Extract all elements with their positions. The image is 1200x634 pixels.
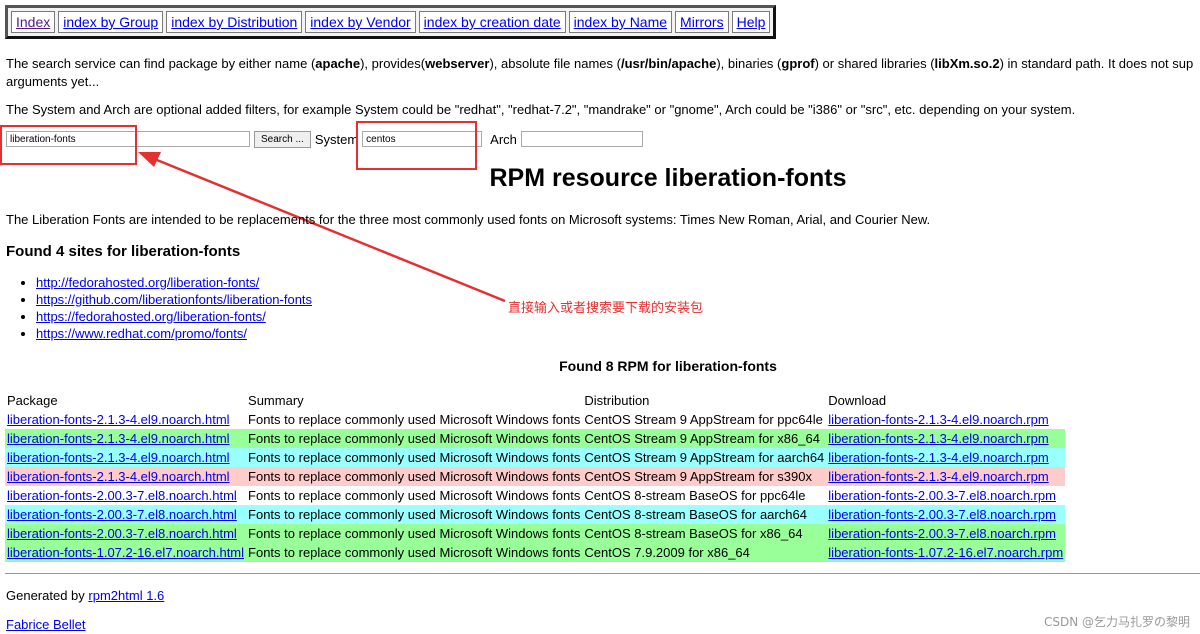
sites-heading: Found 4 sites for liberation-fonts [6, 243, 241, 260]
table-cell-summary: Fonts to replace commonly used Microsoft… [246, 543, 583, 562]
table-cell-download: liberation-fonts-1.07.2-16.el7.noarch.rp… [826, 543, 1066, 562]
table-cell-distribution: CentOS 8-stream BaseOS for ppc64le [582, 486, 827, 505]
table-cell-distribution: CentOS Stream 9 AppStream for aarch64 [582, 448, 827, 467]
table-row: liberation-fonts-1.07.2-16.el7.noarch.ht… [5, 543, 1066, 562]
table-row: liberation-fonts-2.00.3-7.el8.noarch.htm… [5, 486, 1066, 505]
sites-list: http://fedorahosted.org/liberation-fonts… [16, 274, 312, 342]
package-link[interactable]: liberation-fonts-2.1.3-4.el9.noarch.html [7, 469, 230, 484]
download-link[interactable]: liberation-fonts-2.1.3-4.el9.noarch.rpm [828, 469, 1048, 484]
list-item: https://www.redhat.com/promo/fonts/ [36, 325, 312, 342]
watermark: CSDN @乞力马扎罗の黎明 [1043, 615, 1190, 629]
table-row: liberation-fonts-2.00.3-7.el8.noarch.htm… [5, 505, 1066, 524]
table-cell-distribution: CentOS 7.9.2009 for x86_64 [582, 543, 827, 562]
table-row: liberation-fonts-2.1.3-4.el9.noarch.html… [5, 429, 1066, 448]
site-link[interactable]: https://github.com/liberationfonts/liber… [36, 292, 312, 307]
table-cell-summary: Fonts to replace commonly used Microsoft… [246, 448, 583, 467]
table-cell-package: liberation-fonts-1.07.2-16.el7.noarch.ht… [5, 543, 247, 562]
package-description: The Liberation Fonts are intended to be … [6, 212, 931, 227]
annotation-note: 直接输入或者搜索要下载的安装包 [508, 301, 704, 316]
download-link[interactable]: liberation-fonts-2.1.3-4.el9.noarch.rpm [828, 431, 1048, 446]
summary-cell: Fonts to replace commonly used Microsoft… [248, 488, 581, 503]
column-header-summary: Summary [248, 393, 304, 408]
summary-cell: Fonts to replace commonly used Microsoft… [248, 507, 581, 522]
table-cell-download: liberation-fonts-2.00.3-7.el8.noarch.rpm [826, 505, 1066, 524]
table-cell-summary: Fonts to replace commonly used Microsoft… [246, 429, 583, 448]
generated-by-text: Generated by [6, 588, 85, 603]
download-link[interactable]: liberation-fonts-1.07.2-16.el7.noarch.rp… [828, 545, 1063, 560]
table-cell-download: liberation-fonts-2.00.3-7.el8.noarch.rpm [826, 524, 1066, 543]
site-link[interactable]: https://www.redhat.com/promo/fonts/ [36, 326, 247, 341]
site-link[interactable]: https://fedorahosted.org/liberation-font… [36, 309, 266, 324]
list-item: https://fedorahosted.org/liberation-font… [36, 308, 312, 325]
table-cell-distribution: CentOS Stream 9 AppStream for ppc64le [582, 410, 827, 429]
table-cell-distribution: CentOS 8-stream BaseOS for x86_64 [582, 524, 827, 543]
table-cell-package: liberation-fonts-2.00.3-7.el8.noarch.htm… [5, 486, 247, 505]
distribution-cell: CentOS 7.9.2009 for x86_64 [584, 545, 750, 560]
table-cell-package: liberation-fonts-2.1.3-4.el9.noarch.html [5, 410, 247, 429]
distribution-cell: CentOS Stream 9 AppStream for aarch64 [584, 450, 825, 465]
table-cell-package: liberation-fonts-2.1.3-4.el9.noarch.html [5, 429, 247, 448]
rpm-table: Package Summary Distribution Download li… [5, 391, 1066, 562]
summary-cell: Fonts to replace commonly used Microsoft… [248, 450, 581, 465]
list-item: https://github.com/liberationfonts/liber… [36, 291, 312, 308]
download-link[interactable]: liberation-fonts-2.1.3-4.el9.noarch.rpm [828, 450, 1048, 465]
footer-divider [5, 573, 1200, 574]
download-link[interactable]: liberation-fonts-2.00.3-7.el8.noarch.rpm [828, 488, 1056, 503]
generated-by: Generated by rpm2html 1.6 [6, 588, 164, 603]
distribution-cell: CentOS 8-stream BaseOS for x86_64 [584, 526, 803, 541]
download-link[interactable]: liberation-fonts-2.1.3-4.el9.noarch.rpm [828, 412, 1048, 427]
table-cell-summary: Fonts to replace commonly used Microsoft… [246, 524, 583, 543]
distribution-cell: CentOS Stream 9 AppStream for x86_64 [584, 431, 820, 446]
table-cell-package: liberation-fonts-2.00.3-7.el8.noarch.htm… [5, 505, 247, 524]
distribution-cell: CentOS 8-stream BaseOS for ppc64le [584, 488, 806, 503]
download-link[interactable]: liberation-fonts-2.00.3-7.el8.noarch.rpm [828, 507, 1056, 522]
table-cell-download: liberation-fonts-2.1.3-4.el9.noarch.rpm [826, 448, 1066, 467]
table-row: liberation-fonts-2.1.3-4.el9.noarch.html… [5, 467, 1066, 486]
column-header-download: Download [828, 393, 887, 408]
table-cell-package: liberation-fonts-2.1.3-4.el9.noarch.html [5, 467, 247, 486]
table-cell-download: liberation-fonts-2.00.3-7.el8.noarch.rpm [826, 486, 1066, 505]
table-cell-summary: Fonts to replace commonly used Microsoft… [246, 410, 583, 429]
table-cell-distribution: CentOS Stream 9 AppStream for s390x [582, 467, 827, 486]
table-cell-download: liberation-fonts-2.1.3-4.el9.noarch.rpm [826, 467, 1066, 486]
distribution-cell: CentOS Stream 9 AppStream for ppc64le [584, 412, 823, 427]
table-cell-summary: Fonts to replace commonly used Microsoft… [246, 467, 583, 486]
package-link[interactable]: liberation-fonts-2.00.3-7.el8.noarch.htm… [7, 526, 237, 541]
table-row: liberation-fonts-2.00.3-7.el8.noarch.htm… [5, 524, 1066, 543]
package-link[interactable]: liberation-fonts-2.1.3-4.el9.noarch.html [7, 412, 230, 427]
package-link[interactable]: liberation-fonts-2.1.3-4.el9.noarch.html [7, 450, 230, 465]
table-cell-download: liberation-fonts-2.1.3-4.el9.noarch.rpm [826, 410, 1066, 429]
generator-link[interactable]: rpm2html 1.6 [88, 588, 164, 603]
table-cell-summary: Fonts to replace commonly used Microsoft… [246, 486, 583, 505]
table-cell-download: liberation-fonts-2.1.3-4.el9.noarch.rpm [826, 429, 1066, 448]
table-cell-distribution: CentOS Stream 9 AppStream for x86_64 [582, 429, 827, 448]
author: Fabrice Bellet [6, 617, 85, 632]
table-cell-package: liberation-fonts-2.1.3-4.el9.noarch.html [5, 448, 247, 467]
page-title: RPM resource liberation-fonts [489, 164, 847, 192]
package-link[interactable]: liberation-fonts-1.07.2-16.el7.noarch.ht… [7, 545, 244, 560]
summary-cell: Fonts to replace commonly used Microsoft… [248, 526, 581, 541]
table-cell-distribution: CentOS 8-stream BaseOS for aarch64 [582, 505, 827, 524]
package-link[interactable]: liberation-fonts-2.1.3-4.el9.noarch.html [7, 431, 230, 446]
package-link[interactable]: liberation-fonts-2.00.3-7.el8.noarch.htm… [7, 488, 237, 503]
table-row: liberation-fonts-2.1.3-4.el9.noarch.html… [5, 448, 1066, 467]
download-link[interactable]: liberation-fonts-2.00.3-7.el8.noarch.rpm [828, 526, 1056, 541]
list-item: http://fedorahosted.org/liberation-fonts… [36, 274, 312, 291]
table-cell-summary: Fonts to replace commonly used Microsoft… [246, 505, 583, 524]
table-cell-package: liberation-fonts-2.00.3-7.el8.noarch.htm… [5, 524, 247, 543]
table-row: liberation-fonts-2.1.3-4.el9.noarch.html… [5, 410, 1066, 429]
package-link[interactable]: liberation-fonts-2.00.3-7.el8.noarch.htm… [7, 507, 237, 522]
site-link[interactable]: http://fedorahosted.org/liberation-fonts… [36, 275, 259, 290]
summary-cell: Fonts to replace commonly used Microsoft… [248, 469, 581, 484]
summary-cell: Fonts to replace commonly used Microsoft… [248, 545, 581, 560]
summary-cell: Fonts to replace commonly used Microsoft… [248, 431, 581, 446]
distribution-cell: CentOS 8-stream BaseOS for aarch64 [584, 507, 807, 522]
summary-cell: Fonts to replace commonly used Microsoft… [248, 412, 581, 427]
column-header-package: Package [7, 393, 58, 408]
author-link[interactable]: Fabrice Bellet [6, 617, 85, 632]
rpm-heading: Found 8 RPM for liberation-fonts [559, 358, 777, 374]
distribution-cell: CentOS Stream 9 AppStream for s390x [584, 469, 812, 484]
table-header-row: Package Summary Distribution Download [5, 391, 1065, 410]
column-header-distribution: Distribution [584, 393, 650, 408]
